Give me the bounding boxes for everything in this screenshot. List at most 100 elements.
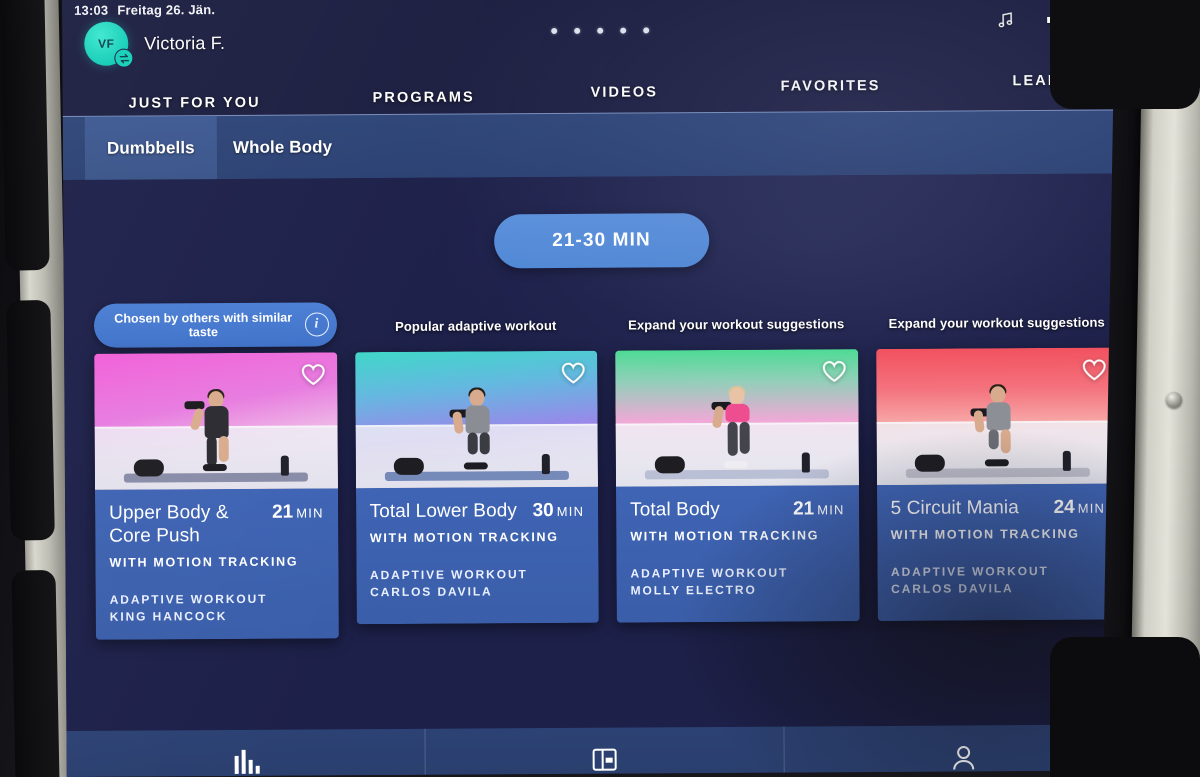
workout-duration-value: 30 <box>532 500 554 522</box>
workout-card[interactable]: 5 Circuit Mania 24 MIN WITH MOTION TRACKI… <box>875 347 1120 622</box>
filter-chip-label: Whole Body <box>232 137 333 157</box>
workout-meta: ADAPTIVE WORKOUT CARLOS DAVILA <box>891 563 1106 598</box>
thumb-bottle <box>280 455 289 476</box>
chosen-by-others-label: Chosen by others with similar taste <box>114 310 293 340</box>
profile-name: Victoria F. <box>144 32 226 53</box>
layout-dashboard-icon <box>590 748 620 772</box>
thumb-figure <box>441 387 512 473</box>
tab-label: FAVORITES <box>780 78 881 95</box>
heart-outline-icon[interactable] <box>300 362 326 386</box>
corner-pad-top-right <box>1050 0 1200 109</box>
workout-duration-unit: MIN <box>1077 500 1106 516</box>
workout-card[interactable]: Total Body 21 MIN WITH MOTION TRACKING AD… <box>615 349 860 623</box>
profile-area[interactable]: VF Victoria F. <box>84 21 226 68</box>
workout-thumbnail <box>94 352 338 490</box>
left-rail-notch <box>6 299 55 541</box>
swap-profile-icon[interactable] <box>114 48 134 68</box>
duration-filter-label: 21-30 MIN <box>552 229 651 252</box>
workout-duration-unit: MIN <box>817 502 845 518</box>
page-dot[interactable] <box>643 27 650 34</box>
workout-duration: 30 MIN <box>532 500 584 522</box>
tablet-screen: 13:03 Freitag 26. Jän. VF Victoria F. JU… <box>62 0 1143 777</box>
clock-date: Freitag 26. Jän. <box>117 2 216 18</box>
workout-card-col: Popular adaptive workout Total Lower Bod… <box>354 301 599 638</box>
music-note-icon[interactable] <box>996 10 1016 30</box>
workout-title-row: Upper Body & Core Push 21 MIN <box>109 500 324 547</box>
workout-duration: 24 MIN <box>1053 497 1105 519</box>
card-section-label: Popular adaptive workout <box>395 317 557 334</box>
workout-duration-unit: MIN <box>556 503 585 519</box>
clock-time: 13:03 <box>74 2 109 18</box>
page-dot[interactable] <box>551 27 558 35</box>
workout-card-body: Total Lower Body 30 MIN WITH MOTION TRACK… <box>355 486 599 625</box>
tab-label: VIDEOS <box>590 84 659 101</box>
workout-thumbnail <box>615 349 859 487</box>
thumb-bottle <box>801 452 810 473</box>
tab-videos[interactable]: VIDEOS <box>591 84 659 100</box>
workout-title: Upper Body & Core Push <box>109 501 229 547</box>
corner-pad-bottom-right <box>1050 637 1200 777</box>
chosen-by-others-badge[interactable]: Chosen by others with similar taste i <box>93 302 337 348</box>
avatar[interactable]: VF <box>84 21 134 68</box>
card-section-label: Expand your workout suggestions <box>628 316 845 333</box>
motion-tracking-label: WITH MOTION TRACKING <box>890 526 1080 542</box>
workout-trainer: KING HANCOCK <box>109 609 228 624</box>
tab-favorites[interactable]: FAVORITES <box>780 78 880 95</box>
tab-just-for-you[interactable]: JUST FOR YOU <box>123 94 266 125</box>
workout-title: 5 Circuit Mania <box>890 497 1019 519</box>
workout-card-col: Expand your workout suggestions <box>875 298 1120 635</box>
main-tab-bar: JUST FOR YOU PROGRAMS VIDEOS FAVORITES L… <box>62 61 1138 125</box>
workout-trainer: CARLOS DAVILA <box>891 581 1014 596</box>
bezel-screw <box>1166 392 1182 408</box>
heart-outline-icon[interactable] <box>560 361 586 385</box>
filter-bar: Dumbbells Whole Body <box>62 109 1140 181</box>
page-dot[interactable] <box>574 27 581 34</box>
duration-filter-button[interactable]: 21-30 MIN <box>494 213 709 269</box>
card-section-label: Expand your workout suggestions <box>888 314 1105 331</box>
workout-meta: ADAPTIVE WORKOUT CARLOS DAVILA <box>370 566 585 601</box>
workout-meta: ADAPTIVE WORKOUT MOLLY ELECTRO <box>630 564 845 599</box>
heart-outline-icon[interactable] <box>1081 358 1107 382</box>
workout-title: Total Body <box>630 498 720 521</box>
left-rail-notch <box>0 0 50 271</box>
workout-title-row: Total Body 21 MIN <box>630 497 845 521</box>
tab-label: PROGRAMS <box>372 89 475 107</box>
left-rail-notch <box>11 569 61 777</box>
workout-duration-unit: MIN <box>296 505 324 521</box>
workout-duration-value: 21 <box>271 501 294 523</box>
nav-item-stats[interactable] <box>66 728 426 777</box>
page-dot[interactable] <box>620 27 627 34</box>
workout-card-list: Chosen by others with similar taste i Up… <box>93 298 1120 640</box>
thumb-figure <box>702 385 773 472</box>
workout-kind: ADAPTIVE WORKOUT <box>890 563 1049 579</box>
workout-card-col: Expand your workout suggestions <box>615 299 860 636</box>
filter-chip-whole-body[interactable]: Whole Body <box>211 115 355 180</box>
thumb-figure <box>962 384 1033 470</box>
tab-label: JUST FOR YOU <box>128 94 261 112</box>
workout-thumbnail <box>354 350 598 489</box>
page-dot[interactable] <box>597 27 604 34</box>
thumb-dumbbells <box>654 456 685 474</box>
workout-duration-value: 21 <box>792 498 815 520</box>
content-area: 21-30 MIN Chosen by others with similar … <box>63 173 1143 731</box>
filter-chip-dumbbells[interactable]: Dumbbells <box>84 116 217 181</box>
profile-person-icon <box>950 743 978 770</box>
workout-trainer: MOLLY ELECTRO <box>630 582 757 598</box>
workout-kind: ADAPTIVE WORKOUT <box>109 591 268 607</box>
workout-duration: 21 MIN <box>793 498 845 520</box>
workout-card[interactable]: Upper Body & Core Push 21 MIN WITH MOTION… <box>94 352 339 640</box>
info-icon[interactable]: i <box>304 312 329 337</box>
thumb-dumbbells <box>133 459 164 477</box>
tab-programs[interactable]: PROGRAMS <box>373 89 475 106</box>
workout-kind: ADAPTIVE WORKOUT <box>369 567 528 583</box>
workout-card-body: Upper Body & Core Push 21 MIN WITH MOTION… <box>94 488 339 640</box>
bottom-nav-bar <box>66 724 1143 777</box>
nav-item-dashboard[interactable] <box>425 726 785 775</box>
workout-card[interactable]: Total Lower Body 30 MIN WITH MOTION TRACK… <box>354 350 599 625</box>
heart-outline-icon[interactable] <box>821 359 847 383</box>
device-frame: 13:03 Freitag 26. Jän. VF Victoria F. JU… <box>0 0 1200 777</box>
status-clock: 13:03 Freitag 26. Jän. <box>74 2 215 18</box>
workout-card-body: Total Body 21 MIN WITH MOTION TRACKING AD… <box>615 485 860 623</box>
workout-title-row: 5 Circuit Mania 24 MIN <box>891 496 1106 520</box>
thumb-bottle <box>541 454 550 475</box>
